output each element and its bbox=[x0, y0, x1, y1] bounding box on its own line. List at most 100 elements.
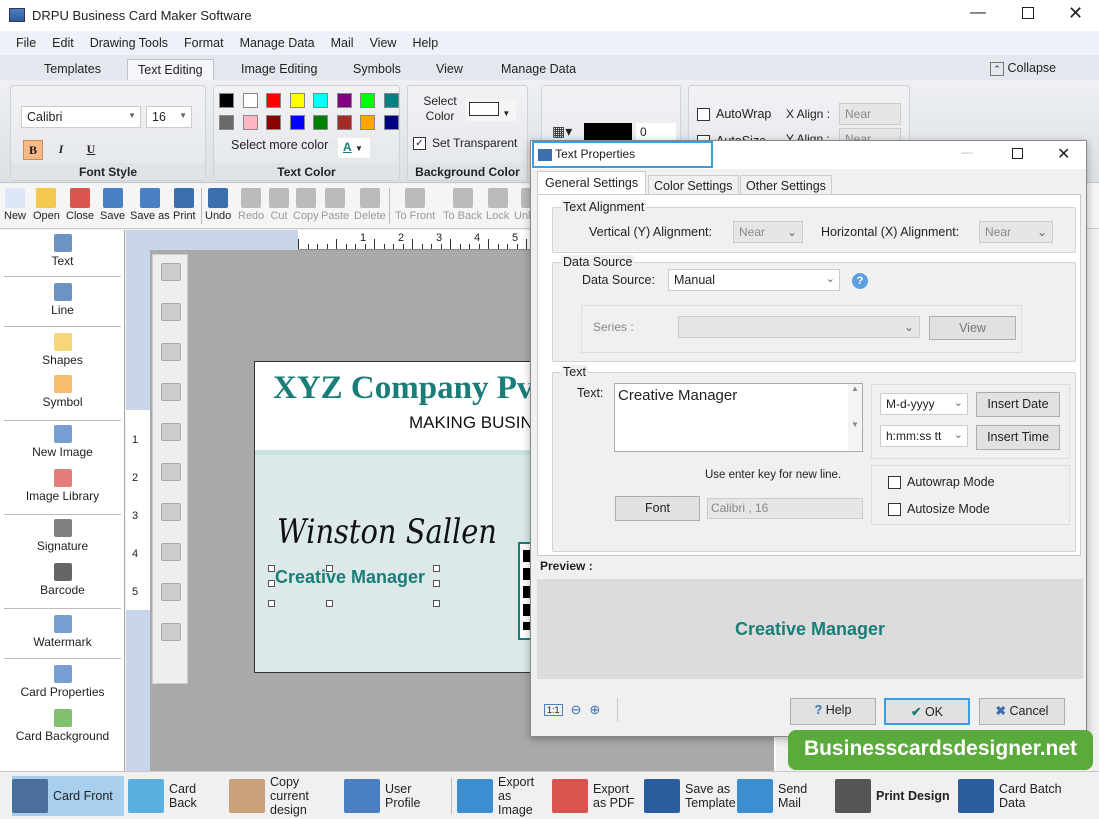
color-swatch[interactable] bbox=[266, 115, 281, 130]
font-button[interactable]: Font bbox=[615, 496, 700, 521]
color-swatch[interactable] bbox=[219, 115, 234, 130]
sidebar-item-image-library[interactable]: Image Library bbox=[4, 469, 121, 503]
toolbar-new-button[interactable]: New bbox=[4, 188, 26, 222]
autowrap-checkbox[interactable]: AutoWrap bbox=[697, 107, 771, 122]
toolbar-lock-button[interactable]: Lock bbox=[486, 188, 509, 222]
close-button[interactable]: ✕ bbox=[1068, 3, 1083, 24]
toolbar-undo-button[interactable]: Undo bbox=[205, 188, 231, 222]
bottom-copy-current-design-button[interactable]: Copy current design bbox=[229, 775, 339, 817]
bottom-card-back-button[interactable]: Card Back bbox=[128, 776, 224, 816]
bottom-card-front-button[interactable]: Card Front bbox=[12, 776, 124, 816]
resize-handle[interactable] bbox=[433, 580, 440, 587]
selected-role-text[interactable]: Creative Manager bbox=[275, 567, 425, 588]
toolbar-open-button[interactable]: Open bbox=[33, 188, 60, 222]
horizontal-alignment-select[interactable]: Near ⌄ bbox=[979, 221, 1053, 243]
help-button[interactable]: ? Help bbox=[790, 698, 876, 725]
insert-date-button[interactable]: Insert Date bbox=[976, 392, 1060, 417]
color-swatch[interactable] bbox=[313, 115, 328, 130]
person-name[interactable]: Winston Sallen bbox=[277, 512, 497, 552]
cancel-button[interactable]: ✖ Cancel bbox=[979, 698, 1065, 725]
toolbar-save-button[interactable]: Save bbox=[100, 188, 125, 222]
text-color-picker[interactable]: A ▼ bbox=[338, 138, 370, 158]
color-swatch[interactable] bbox=[266, 93, 281, 108]
bottom-export-as-pdf-button[interactable]: Export as PDF bbox=[552, 776, 640, 816]
color-swatch[interactable] bbox=[313, 93, 328, 108]
bottom-print-design-button[interactable]: Print Design bbox=[835, 776, 955, 816]
color-swatch[interactable] bbox=[242, 115, 258, 130]
vertical-tool-icon[interactable] bbox=[161, 423, 181, 441]
zoom-in-icon[interactable]: ⊕ bbox=[589, 702, 600, 718]
bottom-save-as-template-button[interactable]: Save as Template bbox=[644, 776, 736, 816]
business-card[interactable]: XYZ Company Pvt MAKING BUSINESS Winston … bbox=[254, 361, 534, 673]
menu-drawing-tools[interactable]: Drawing Tools bbox=[82, 31, 176, 55]
zoom-out-icon[interactable]: ⊖ bbox=[571, 702, 582, 718]
help-icon[interactable]: ? bbox=[852, 273, 868, 289]
toolbar-print-button[interactable]: Print bbox=[173, 188, 196, 222]
vertical-tool-icon[interactable] bbox=[161, 383, 181, 401]
date-format-select[interactable]: M-d-yyyy ⌄ bbox=[880, 393, 968, 415]
sidebar-item-symbol[interactable]: Symbol bbox=[4, 375, 121, 409]
color-swatch[interactable] bbox=[219, 93, 234, 108]
font-size-select[interactable]: 16 ▼ bbox=[146, 106, 192, 128]
autowrap-mode-checkbox[interactable]: Autowrap Mode bbox=[888, 475, 995, 490]
data-source-select[interactable]: Manual ⌄ bbox=[668, 269, 840, 291]
sidebar-item-signature[interactable]: Signature bbox=[4, 519, 121, 553]
menu-file[interactable]: File bbox=[8, 31, 44, 55]
tab-view[interactable]: View bbox=[426, 59, 473, 81]
menu-edit[interactable]: Edit bbox=[44, 31, 82, 55]
vertical-alignment-select[interactable]: Near ⌄ bbox=[733, 221, 803, 243]
vertical-tool-icon[interactable] bbox=[161, 303, 181, 321]
menu-view[interactable]: View bbox=[362, 31, 405, 55]
bg-color-picker[interactable]: ▼ bbox=[466, 99, 516, 121]
sidebar-item-new-image[interactable]: New Image bbox=[4, 425, 121, 459]
company-tagline[interactable]: MAKING BUSINESS bbox=[409, 413, 533, 433]
insert-time-button[interactable]: Insert Time bbox=[976, 425, 1060, 450]
menu-mail[interactable]: Mail bbox=[323, 31, 362, 55]
color-swatch[interactable] bbox=[383, 115, 399, 130]
vertical-tool-icon[interactable] bbox=[161, 463, 181, 481]
bottom-card-batch-data-button[interactable]: Card Batch Data bbox=[958, 776, 1088, 816]
time-format-select[interactable]: h:mm:ss tt ⌄ bbox=[880, 425, 968, 447]
dialog-close-button[interactable]: ✕ bbox=[1057, 144, 1070, 164]
bottom-export-as-image-button[interactable]: Export as Image bbox=[457, 775, 549, 817]
vertical-tool-icon[interactable] bbox=[161, 263, 181, 281]
toolbar-save-as-button[interactable]: Save as bbox=[130, 188, 170, 222]
series-select[interactable]: ⌄ bbox=[678, 316, 920, 338]
menu-format[interactable]: Format bbox=[176, 31, 232, 55]
toolbar-cut-button[interactable]: Cut bbox=[269, 188, 289, 222]
set-transparent-checkbox[interactable]: ✓ Set Transparent bbox=[413, 136, 517, 151]
resize-handle[interactable] bbox=[268, 600, 275, 607]
bottom-send-mail-button[interactable]: Send Mail bbox=[737, 776, 832, 816]
tab-symbols[interactable]: Symbols bbox=[343, 59, 411, 81]
text-input[interactable]: Creative Manager ▲ ▼ bbox=[614, 383, 863, 452]
color-swatch[interactable] bbox=[336, 93, 352, 108]
collapse-button[interactable]: ⌃ Collapse bbox=[990, 61, 1056, 76]
tab-templates[interactable]: Templates bbox=[34, 59, 111, 81]
autosize-mode-checkbox[interactable]: Autosize Mode bbox=[888, 502, 990, 517]
font-family-select[interactable]: Calibri ▼ bbox=[21, 106, 141, 128]
underline-button[interactable]: U bbox=[81, 140, 101, 160]
view-button[interactable]: View bbox=[929, 316, 1016, 340]
resize-handle[interactable] bbox=[326, 565, 333, 572]
sidebar-item-line[interactable]: Line bbox=[4, 283, 121, 317]
sidebar-item-shapes[interactable]: Shapes bbox=[4, 333, 121, 367]
tab-general-settings[interactable]: General Settings bbox=[537, 171, 647, 195]
vertical-tool-icon[interactable] bbox=[161, 503, 181, 521]
tab-other-settings[interactable]: Other Settings bbox=[740, 175, 832, 195]
color-swatch[interactable] bbox=[383, 93, 399, 108]
toolbar-redo-button[interactable]: Redo bbox=[238, 188, 264, 222]
toolbar-paste-button[interactable]: Paste bbox=[321, 188, 349, 222]
vertical-tool-icon[interactable] bbox=[161, 583, 181, 601]
actual-size-button[interactable]: 1:1 bbox=[544, 704, 563, 716]
select-more-color[interactable]: Select more color bbox=[231, 138, 328, 152]
company-name[interactable]: XYZ Company Pvt bbox=[273, 370, 533, 407]
tab-color-settings[interactable]: Color Settings bbox=[648, 175, 739, 195]
bottom-user-profile-button[interactable]: User Profile bbox=[344, 776, 449, 816]
toolbar-to-front-button[interactable]: To Front bbox=[395, 188, 435, 222]
border-color-picker[interactable] bbox=[584, 123, 632, 141]
maximize-button[interactable] bbox=[1022, 7, 1034, 19]
vertical-tool-icon[interactable] bbox=[161, 543, 181, 561]
color-swatch[interactable] bbox=[360, 93, 375, 108]
toolbar-copy-button[interactable]: Copy bbox=[293, 188, 319, 222]
minimize-button[interactable]: — bbox=[970, 4, 986, 22]
